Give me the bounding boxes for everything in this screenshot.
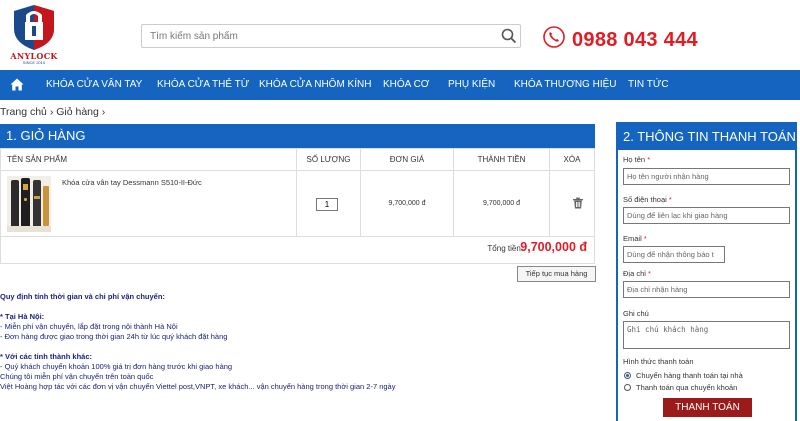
- radio-checked-icon[interactable]: [624, 372, 631, 379]
- quantity-input[interactable]: [316, 198, 338, 211]
- nav-item-news[interactable]: TIN TỨC: [628, 70, 669, 100]
- total-value: 9,700,000 đ: [520, 240, 587, 254]
- column-header-name: TÊN SẢN PHẨM: [1, 149, 297, 170]
- name-field[interactable]: [623, 168, 790, 185]
- name-label: Họ tên *: [623, 155, 651, 164]
- payment-method-label: Hình thức thanh toán: [623, 357, 694, 366]
- header: ANYLOCK SINCE 2010 0988 043 444: [0, 0, 800, 70]
- checkout-submit-button[interactable]: THANH TOÁN: [663, 398, 752, 417]
- payment-option-label: Chuyển hàng thanh toán tại nhà: [636, 371, 743, 380]
- cell-subtotal: 9,700,000 đ: [454, 171, 550, 237]
- cart-table-header: TÊN SẢN PHẨM SỐ LƯỢNG ĐƠN GIÁ THÀNH TIỀN…: [1, 149, 594, 171]
- column-header-subtotal: THÀNH TIỀN: [454, 149, 550, 170]
- trash-icon[interactable]: [572, 197, 584, 209]
- hanoi-line: - Đơn hàng được giao trong thời gian 24h…: [0, 332, 228, 341]
- phone-icon: [543, 26, 565, 48]
- payment-option-transfer[interactable]: Thanh toán qua chuyển khoản: [624, 383, 737, 392]
- nav-item-accessories[interactable]: PHỤ KIỆN: [448, 70, 495, 100]
- product-name[interactable]: Khóa cửa vân tay Dessmann S510-II-Đức: [62, 178, 202, 187]
- logo-tagline: SINCE 2010: [22, 60, 46, 65]
- address-label: Địa chỉ *: [623, 269, 651, 278]
- logo[interactable]: ANYLOCK SINCE 2010: [4, 3, 64, 67]
- phone-label: Số điện thoại *: [623, 195, 672, 204]
- note-label: Ghi chú: [623, 309, 649, 318]
- unit-price: 9,700,000 đ: [388, 200, 426, 207]
- cart-table: TÊN SẢN PHẨM SỐ LƯỢNG ĐƠN GIÁ THÀNH TIỀN…: [0, 148, 595, 264]
- address-field[interactable]: [623, 281, 790, 298]
- shield-logo-icon: [14, 5, 54, 50]
- breadcrumb-separator: ›: [101, 106, 106, 118]
- table-row: Khóa cửa vân tay Dessmann S510-II-Đức 9,…: [1, 171, 594, 237]
- nav-item-glass-door-locks[interactable]: KHÓA CỬA NHÔM KÍNH: [259, 70, 371, 100]
- home-icon[interactable]: [10, 78, 24, 91]
- product-thumbnail[interactable]: [7, 176, 51, 232]
- column-header-remove: XÓA: [563, 155, 581, 164]
- note-field[interactable]: [623, 321, 790, 349]
- continue-shopping-button[interactable]: Tiếp tục mua hàng: [517, 266, 596, 282]
- shipping-policy: Quy định tính thời gian và chi phí vận c…: [0, 292, 595, 392]
- line-subtotal: 9,700,000 đ: [483, 200, 520, 207]
- nav-item-fingerprint-locks[interactable]: KHÓA CỬA VÂN TAY: [46, 70, 142, 100]
- search-icon[interactable]: [500, 27, 518, 45]
- breadcrumb-home[interactable]: Trang chủ: [0, 106, 47, 118]
- breadcrumb-separator: ›: [49, 106, 54, 118]
- email-label: Email *: [623, 234, 647, 243]
- main-nav: KHÓA CỬA VÂN TAY KHÓA CỬA THẺ TỪ KHÓA CỬ…: [0, 70, 800, 100]
- breadcrumb-current[interactable]: Giỏ hàng: [56, 106, 99, 118]
- checkout-panel: 2. THÔNG TIN THANH TOÁN Họ tên * Số điện…: [616, 122, 797, 421]
- checkout-section-title: 2. THÔNG TIN THANH TOÁN: [618, 124, 796, 150]
- hanoi-line: - Miễn phí vận chuyển, lắp đặt trong nội…: [0, 322, 178, 331]
- payment-option-cod[interactable]: Chuyển hàng thanh toán tại nhà: [624, 371, 743, 380]
- total-label: Tổng tiền:: [487, 244, 523, 253]
- hotline-number[interactable]: 0988 043 444: [572, 29, 698, 52]
- column-header-qty: SỐ LƯỢNG: [297, 149, 361, 170]
- shipping-policy-title: Quy định tính thời gian và chi phí vận c…: [0, 292, 165, 301]
- search-box: [141, 24, 521, 48]
- phone-field[interactable]: [623, 207, 790, 224]
- nav-item-mechanical-locks[interactable]: KHÓA CƠ: [383, 70, 429, 100]
- cell-unit-price: 9,700,000 đ: [361, 171, 454, 237]
- other-provinces-line: - Quý khách chuyển khoản 100% giá trị đơ…: [0, 362, 233, 371]
- cart-total-row: Tổng tiền: 9,700,000 đ: [1, 237, 594, 263]
- cell-remove: [550, 171, 594, 237]
- email-field[interactable]: [623, 246, 725, 263]
- cart-section-title: 1. GIỎ HÀNG: [0, 124, 595, 148]
- hanoi-title: * Tại Hà Nội:: [0, 312, 45, 321]
- payment-option-label: Thanh toán qua chuyển khoản: [636, 383, 738, 392]
- search-input[interactable]: [142, 25, 492, 47]
- other-provinces-line: Việt Hoàng hợp tác với các đơn vị vận ch…: [0, 382, 396, 391]
- radio-unchecked-icon[interactable]: [624, 384, 631, 391]
- breadcrumb: Trang chủ › Giỏ hàng ›: [0, 106, 105, 118]
- cell-qty: [297, 171, 361, 237]
- other-provinces-title: * Với các tỉnh thành khác:: [0, 352, 93, 361]
- cell-product: Khóa cửa vân tay Dessmann S510-II-Đức: [1, 171, 297, 237]
- nav-item-card-locks[interactable]: KHÓA CỬA THẺ TỪ: [157, 70, 249, 100]
- other-provinces-line: Chúng tôi miễn phí vận chuyển trên toàn …: [0, 372, 154, 381]
- column-header-unit-price: ĐƠN GIÁ: [361, 149, 454, 170]
- nav-item-brands[interactable]: KHÓA THƯƠNG HIỆU: [514, 70, 617, 100]
